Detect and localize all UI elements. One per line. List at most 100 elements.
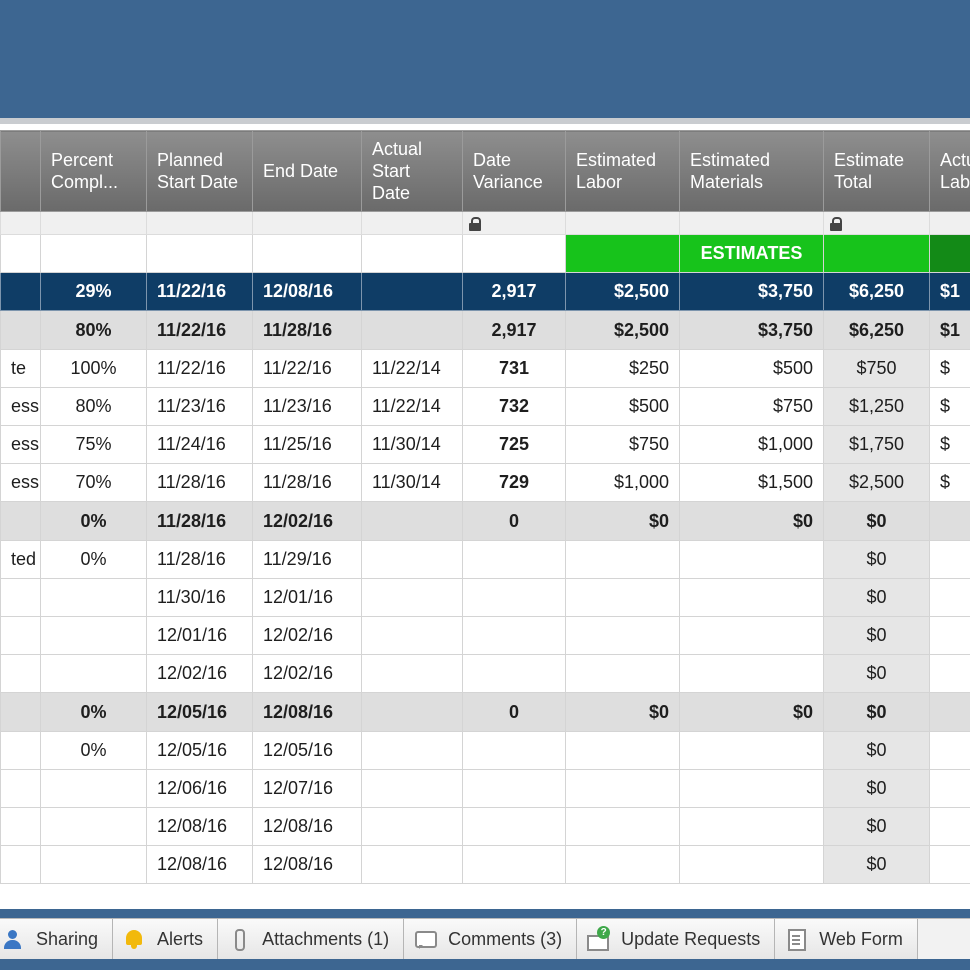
- table-cell[interactable]: 11/30/14: [362, 426, 463, 464]
- table-cell[interactable]: 0%: [41, 541, 147, 579]
- phase-summary-row[interactable]: 0%11/28/1612/02/160$0$0$0: [1, 502, 970, 541]
- table-cell[interactable]: $1: [930, 311, 970, 350]
- table-cell[interactable]: 12/08/16: [147, 846, 253, 884]
- table-cell[interactable]: 29%: [41, 273, 147, 311]
- table-cell[interactable]: [1, 846, 41, 884]
- phase-summary-row[interactable]: 80%11/22/1611/28/162,917$2,500$3,750$6,2…: [1, 311, 970, 350]
- table-row[interactable]: 12/06/1612/07/16$0: [1, 770, 970, 808]
- table-cell[interactable]: [680, 541, 824, 579]
- table-cell[interactable]: [680, 579, 824, 617]
- table-row[interactable]: ess70%11/28/1611/28/1611/30/14729$1,000$…: [1, 464, 970, 502]
- table-cell[interactable]: 12/06/16: [147, 770, 253, 808]
- column-header[interactable]: Estimate Total: [824, 131, 930, 212]
- table-cell[interactable]: 732: [463, 388, 566, 426]
- table-cell[interactable]: [930, 693, 970, 732]
- table-row[interactable]: 0%12/05/1612/05/16$0: [1, 732, 970, 770]
- table-cell[interactable]: ted: [1, 541, 41, 579]
- table-cell[interactable]: 12/08/16: [253, 273, 362, 311]
- table-cell[interactable]: [463, 732, 566, 770]
- estimates-section-label[interactable]: ESTIMATES: [680, 235, 824, 273]
- table-cell[interactable]: 11/22/16: [147, 350, 253, 388]
- table-cell[interactable]: [680, 732, 824, 770]
- table-cell[interactable]: $1,000: [680, 426, 824, 464]
- table-cell[interactable]: [930, 541, 970, 579]
- table-cell[interactable]: $3,750: [680, 273, 824, 311]
- table-cell[interactable]: [566, 770, 680, 808]
- table-cell[interactable]: $6,250: [824, 311, 930, 350]
- table-row[interactable]: 12/08/1612/08/16$0: [1, 846, 970, 884]
- table-cell[interactable]: [1, 311, 41, 350]
- table-cell[interactable]: [1, 502, 41, 541]
- table-cell[interactable]: [930, 655, 970, 693]
- phase-summary-row[interactable]: 0%12/05/1612/08/160$0$0$0: [1, 693, 970, 732]
- table-cell[interactable]: [1, 617, 41, 655]
- column-header[interactable]: End Date: [253, 131, 362, 212]
- table-cell[interactable]: [1, 693, 41, 732]
- table-cell[interactable]: 2,917: [463, 273, 566, 311]
- table-cell[interactable]: 11/28/16: [253, 464, 362, 502]
- column-header[interactable]: Percent Compl...: [41, 131, 147, 212]
- table-row[interactable]: te100%11/22/1611/22/1611/22/14731$250$50…: [1, 350, 970, 388]
- table-cell[interactable]: [463, 617, 566, 655]
- table-cell[interactable]: $0: [824, 502, 930, 541]
- table-cell[interactable]: 11/28/16: [147, 541, 253, 579]
- table-cell[interactable]: [362, 770, 463, 808]
- table-cell[interactable]: $0: [824, 732, 930, 770]
- table-cell[interactable]: [566, 617, 680, 655]
- table-cell[interactable]: $0: [824, 617, 930, 655]
- table-cell[interactable]: [1, 808, 41, 846]
- table-cell[interactable]: 12/02/16: [253, 655, 362, 693]
- table-cell[interactable]: 11/22/16: [147, 273, 253, 311]
- table-cell[interactable]: 11/24/16: [147, 426, 253, 464]
- table-cell[interactable]: $6,250: [824, 273, 930, 311]
- table-cell[interactable]: [41, 770, 147, 808]
- table-cell[interactable]: 0%: [41, 693, 147, 732]
- table-cell[interactable]: [362, 732, 463, 770]
- column-header[interactable]: Actual Labor: [930, 131, 970, 212]
- table-cell[interactable]: [566, 655, 680, 693]
- table-cell[interactable]: 0%: [41, 502, 147, 541]
- column-header[interactable]: Date Variance: [463, 131, 566, 212]
- table-cell[interactable]: [566, 541, 680, 579]
- table-cell[interactable]: 11/28/16: [253, 311, 362, 350]
- table-cell[interactable]: 12/02/16: [253, 502, 362, 541]
- table-cell[interactable]: $: [930, 464, 970, 502]
- table-cell[interactable]: 11/22/16: [253, 350, 362, 388]
- table-cell[interactable]: 11/23/16: [253, 388, 362, 426]
- table-cell[interactable]: [463, 770, 566, 808]
- table-cell[interactable]: 12/01/16: [147, 617, 253, 655]
- column-header[interactable]: Estimated Materials: [680, 131, 824, 212]
- table-cell[interactable]: 0: [463, 693, 566, 732]
- table-cell[interactable]: $2,500: [566, 311, 680, 350]
- table-cell[interactable]: 11/22/14: [362, 388, 463, 426]
- table-cell[interactable]: $0: [824, 579, 930, 617]
- table-cell[interactable]: [680, 617, 824, 655]
- table-cell[interactable]: $750: [680, 388, 824, 426]
- table-cell[interactable]: 11/28/16: [147, 502, 253, 541]
- table-cell[interactable]: [930, 502, 970, 541]
- table-cell[interactable]: [680, 655, 824, 693]
- table-cell[interactable]: $1: [930, 273, 970, 311]
- table-cell[interactable]: [1, 579, 41, 617]
- table-row[interactable]: 12/01/1612/02/16$0: [1, 617, 970, 655]
- table-cell[interactable]: ess: [1, 426, 41, 464]
- table-cell[interactable]: 12/07/16: [253, 770, 362, 808]
- column-header[interactable]: Planned Start Date: [147, 131, 253, 212]
- table-cell[interactable]: 12/08/16: [253, 693, 362, 732]
- table-cell[interactable]: [41, 808, 147, 846]
- table-cell[interactable]: [566, 732, 680, 770]
- table-cell[interactable]: 0%: [41, 732, 147, 770]
- table-cell[interactable]: $: [930, 350, 970, 388]
- table-cell[interactable]: [41, 655, 147, 693]
- table-cell[interactable]: 11/23/16: [147, 388, 253, 426]
- table-cell[interactable]: $0: [824, 693, 930, 732]
- table-cell[interactable]: [463, 846, 566, 884]
- table-row[interactable]: ess80%11/23/1611/23/1611/22/14732$500$75…: [1, 388, 970, 426]
- table-cell[interactable]: [930, 617, 970, 655]
- table-cell[interactable]: 70%: [41, 464, 147, 502]
- table-cell[interactable]: 731: [463, 350, 566, 388]
- table-cell[interactable]: 2,917: [463, 311, 566, 350]
- table-cell[interactable]: ess: [1, 464, 41, 502]
- table-cell[interactable]: [362, 846, 463, 884]
- tab-update-requests[interactable]: Update Requests: [577, 919, 775, 959]
